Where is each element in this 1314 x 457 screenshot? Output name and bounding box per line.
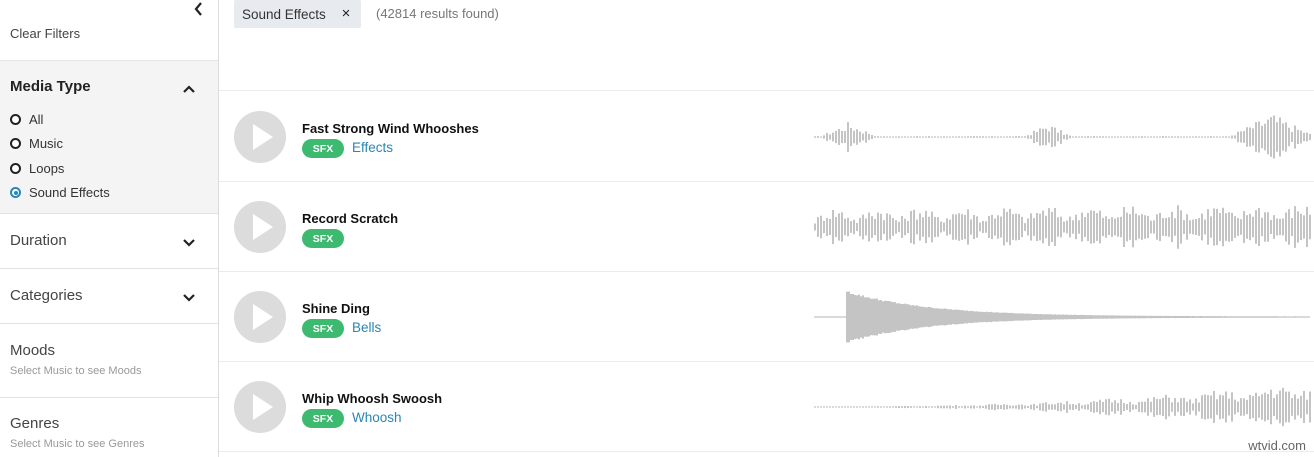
track-title[interactable]: Fast Strong Wind Whooshes: [302, 121, 479, 136]
filter-sidebar: Clear Filters Media Type All Music Loops: [0, 0, 219, 457]
results-count: (42814 results found): [376, 6, 499, 21]
filter-moods[interactable]: Moods Select Music to see Moods: [0, 324, 218, 398]
play-icon: [253, 124, 273, 150]
filter-hint: Select Music to see Moods: [10, 365, 142, 377]
radio-button-selected[interactable]: [10, 187, 21, 199]
play-button[interactable]: [234, 111, 286, 163]
track-row: Whip Whoosh Swoosh SFX Whoosh: [219, 362, 1314, 452]
track-row: Fast Strong Wind Whooshes SFX Effects: [219, 92, 1314, 182]
radio-label: Music: [29, 136, 63, 152]
play-button[interactable]: [234, 381, 286, 433]
sfx-badge: SFX: [302, 229, 344, 248]
radio-label: All: [29, 111, 44, 127]
active-filters-bar: Sound Effects × (42814 results found): [219, 0, 1314, 91]
waveform[interactable]: [814, 197, 1312, 257]
track-title[interactable]: Shine Ding: [302, 301, 370, 316]
filter-title: Categories: [10, 287, 83, 304]
waveform[interactable]: [814, 107, 1312, 167]
watermark: wtvid.com: [1248, 438, 1306, 453]
filter-duration[interactable]: Duration: [0, 214, 218, 269]
media-type-heading[interactable]: Media Type: [10, 78, 91, 95]
collapse-sidebar-button[interactable]: [190, 0, 208, 18]
radio-option-sound-effects[interactable]: Sound Effects: [10, 181, 110, 206]
clear-filters-link[interactable]: Clear Filters: [10, 26, 80, 41]
radio-option-all[interactable]: All: [10, 107, 110, 132]
sidebar-header: Clear Filters: [0, 0, 218, 61]
waveform[interactable]: [814, 287, 1312, 347]
chip-label: Sound Effects: [242, 6, 326, 22]
filter-title: Genres: [10, 415, 60, 432]
filter-hint: Select Music to see Genres: [10, 438, 145, 450]
filter-genres[interactable]: Genres Select Music to see Genres: [0, 398, 218, 457]
chevron-down-icon: [183, 239, 195, 247]
sfx-badge: SFX: [302, 319, 344, 338]
category-tag-link[interactable]: Effects: [352, 140, 393, 155]
media-type-options: All Music Loops Sound Effects: [10, 107, 110, 205]
play-button[interactable]: [234, 291, 286, 343]
sfx-badge: SFX: [302, 409, 344, 428]
filter-title: Duration: [10, 232, 67, 249]
play-icon: [253, 214, 273, 240]
category-tag-link[interactable]: Whoosh: [352, 410, 402, 425]
waveform[interactable]: [814, 377, 1312, 437]
filter-title: Moods: [10, 342, 56, 359]
radio-option-loops[interactable]: Loops: [10, 156, 110, 181]
radio-button[interactable]: [10, 113, 21, 125]
chevron-left-icon: [194, 2, 202, 16]
track-title[interactable]: Record Scratch: [302, 211, 398, 226]
sfx-badge: SFX: [302, 139, 344, 158]
close-icon[interactable]: ×: [339, 6, 353, 21]
app-root: Clear Filters Media Type All Music Loops: [0, 0, 1314, 457]
results-panel: Sound Effects × (42814 results found) Fa…: [219, 0, 1314, 457]
radio-label: Loops: [29, 160, 65, 176]
radio-button[interactable]: [10, 162, 21, 174]
radio-button[interactable]: [10, 138, 21, 150]
play-icon: [253, 394, 273, 420]
play-button[interactable]: [234, 201, 286, 253]
track-row: Shine Ding SFX Bells: [219, 272, 1314, 362]
radio-label: Sound Effects: [29, 185, 110, 201]
track-title[interactable]: Whip Whoosh Swoosh: [302, 391, 442, 406]
media-type-section: Media Type All Music Loops Sound Effects: [0, 61, 218, 214]
chevron-up-icon[interactable]: [182, 82, 196, 96]
play-icon: [253, 304, 273, 330]
active-filter-chip: Sound Effects ×: [234, 0, 361, 28]
chevron-down-icon: [183, 294, 195, 302]
category-tag-link[interactable]: Bells: [352, 320, 381, 335]
radio-option-music[interactable]: Music: [10, 132, 110, 157]
filter-categories[interactable]: Categories: [0, 269, 218, 324]
track-row: Record Scratch SFX: [219, 182, 1314, 272]
